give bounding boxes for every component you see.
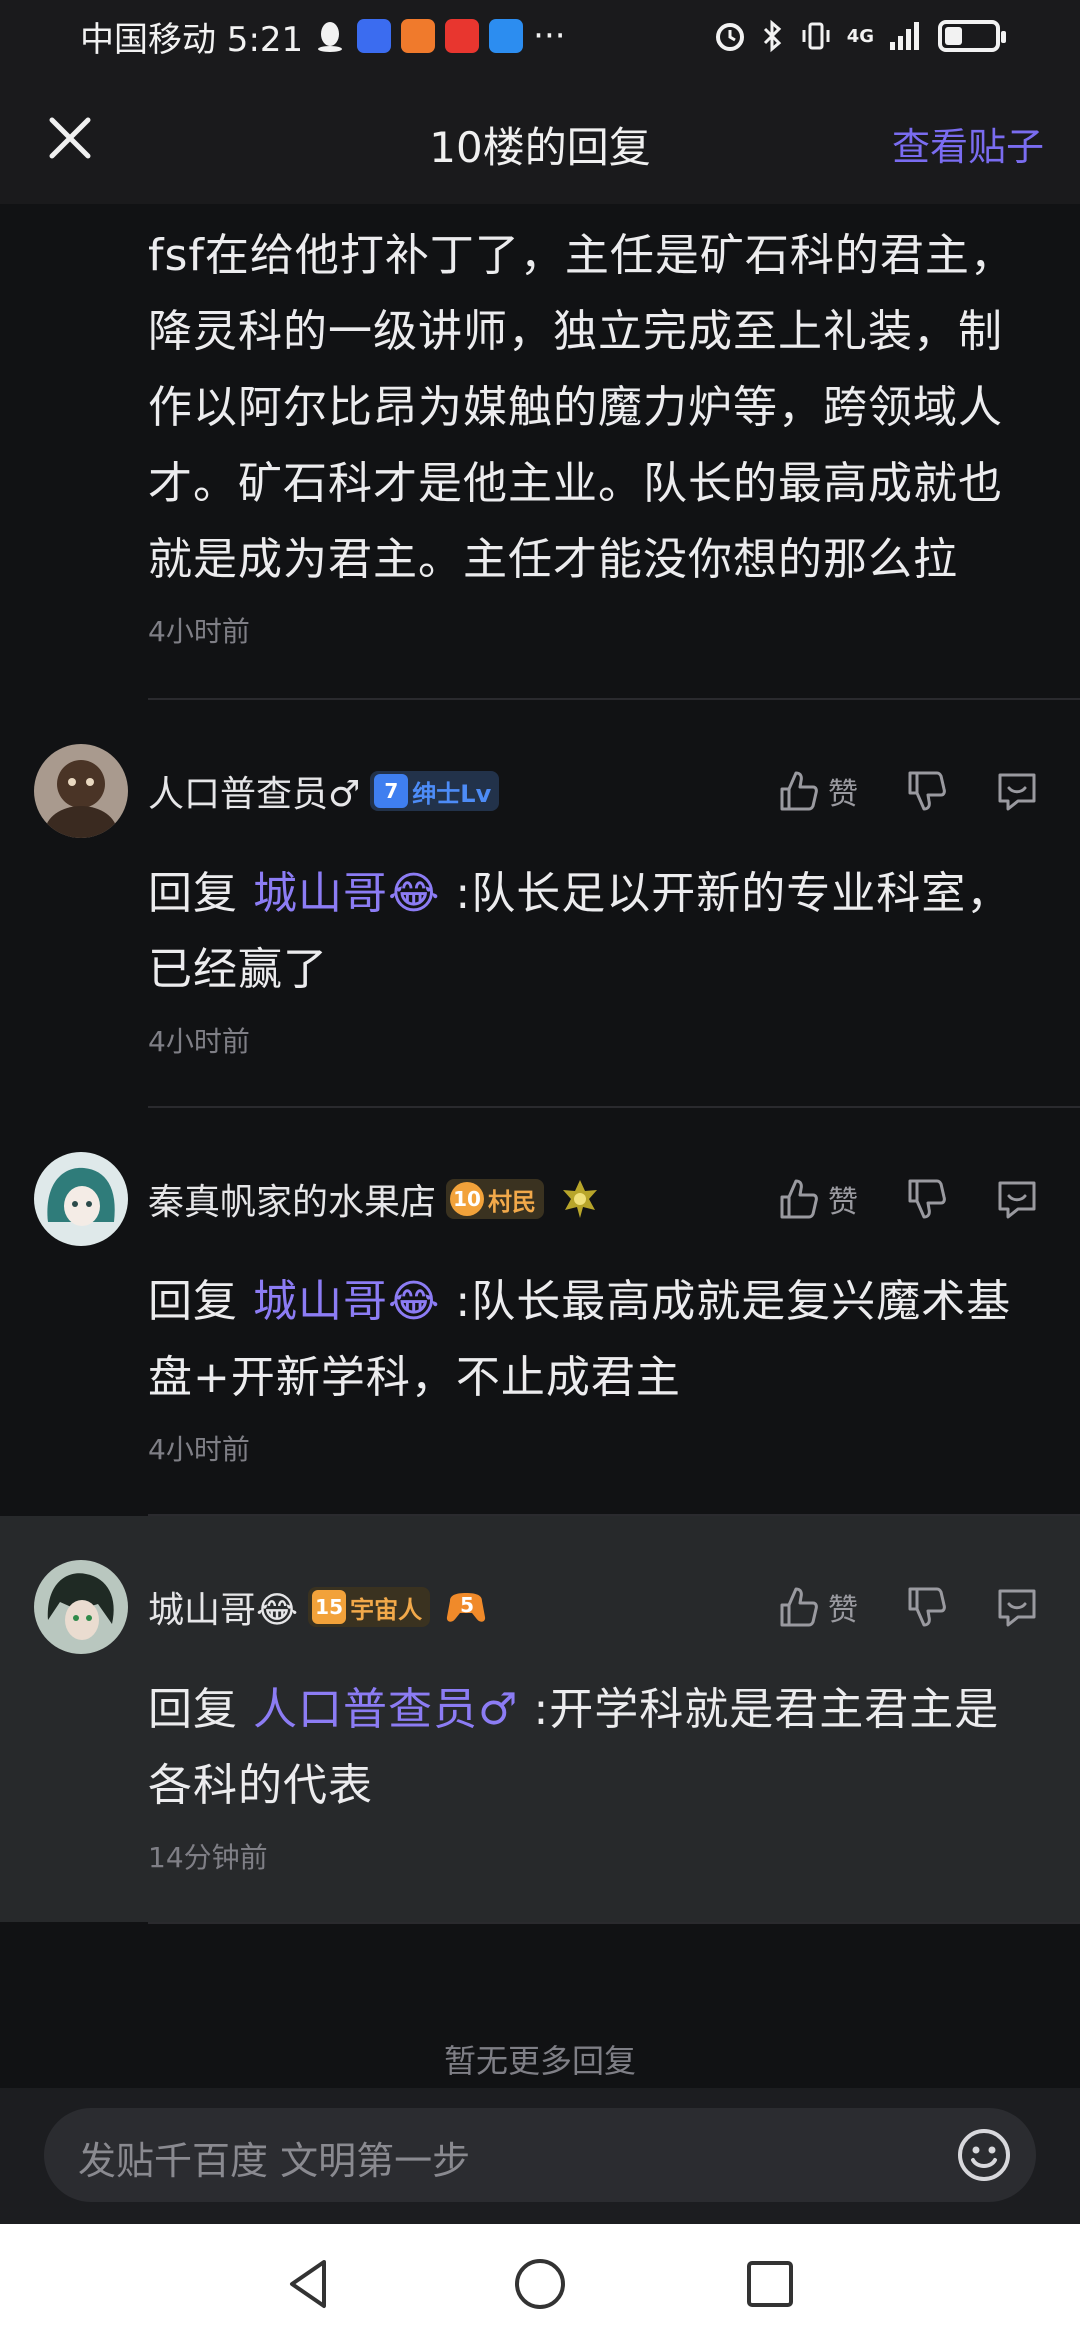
badge-level: 10 [450, 1182, 485, 1216]
comment-item: 秦真帆家的水果店 10 村民 赞 回复 城山哥😂 :队长最高成就是复兴魔术基盘+… [0, 1108, 1080, 1514]
status-left: 中国移动 5:21 ··· [80, 12, 566, 61]
reply-time: 4小时前 [148, 1025, 250, 1058]
reply-text: 回复 城山哥😂 :队长最高成就是复兴魔术基盘+开新学科，不止成君主 [148, 1264, 1040, 1416]
thumbs-down-icon [908, 1587, 946, 1627]
video-app-icon [401, 19, 436, 53]
reply-time: 14分钟前 [148, 1841, 268, 1874]
name-row: 秦真帆家的水果店 10 村民 赞 [148, 1152, 1040, 1246]
signal-icon [890, 22, 919, 50]
username[interactable]: 城山哥😂 [148, 1581, 298, 1633]
thumbs-up-icon [780, 1179, 818, 1219]
avatar[interactable] [34, 1152, 128, 1246]
avatar[interactable] [34, 744, 128, 838]
level-badge: 15 宇宙人 [308, 1587, 431, 1627]
mention-link[interactable]: 城山哥😂 [253, 868, 440, 919]
badge-title: 绅士Lv [412, 779, 492, 808]
avatar[interactable] [34, 1560, 128, 1654]
thumbs-up-icon [780, 771, 818, 811]
system-nav-bar [0, 2224, 1080, 2340]
reply-text: 回复 人口普查员♂ :开学科就是君主君主是各科的代表 [148, 1672, 1040, 1824]
vibrate-icon [802, 22, 830, 50]
username[interactable]: 秦真帆家的水果店 [148, 1173, 436, 1225]
badge-title: 村民 [488, 1187, 537, 1216]
badge-title: 宇宙人 [350, 1595, 423, 1624]
bluetooth-icon [763, 19, 781, 53]
like-button[interactable]: 赞 [776, 769, 858, 813]
header-bar: 10楼的回复 查看贴子 [0, 72, 1080, 204]
comment-icon [998, 1181, 1036, 1219]
comment-actions: 赞 [730, 769, 1040, 813]
back-nav-icon[interactable] [280, 2254, 340, 2314]
reply-button[interactable] [994, 1585, 1040, 1629]
badge-level: 15 [312, 1590, 347, 1624]
like-label: 赞 [828, 1593, 858, 1628]
no-more-replies: 暂无更多回复 [443, 2042, 636, 2080]
badge-level: 7 [374, 774, 409, 808]
reply-prefix: 回复 [148, 1684, 238, 1735]
dislike-button[interactable] [904, 1585, 948, 1629]
like-label: 赞 [828, 777, 858, 812]
input-placeholder: 发贴千百度 文明第一步 [78, 2139, 471, 2183]
dislike-button[interactable] [904, 769, 948, 813]
reply-time: 4小时前 [148, 615, 250, 648]
reply-input-bar: 发贴千百度 文明第一步 [0, 2088, 1080, 2224]
reply-time: 4小时前 [148, 1433, 250, 1466]
level-badge: 7 绅士Lv [370, 771, 500, 811]
comment-actions: 赞 [730, 1585, 1040, 1629]
reply-button[interactable] [994, 1177, 1040, 1221]
game-badge: 5 [444, 1587, 488, 1627]
reply-text: 回复 城山哥😂 :队长足以开新的专业科室，已经赢了 [148, 856, 1040, 1008]
name-row: 城山哥😂 15 宇宙人 5 赞 [148, 1560, 1040, 1654]
status-bar: 中国移动 5:21 ··· 4G [0, 0, 1080, 72]
like-label: 赞 [828, 1185, 858, 1220]
reply-prefix: 回复 [148, 1276, 238, 1327]
mention-link[interactable]: 城山哥😂 [253, 1276, 440, 1327]
level-badge: 10 村民 [446, 1179, 545, 1219]
game-badge-level: 5 [460, 1593, 474, 1617]
comment-item-highlighted: 城山哥😂 15 宇宙人 5 赞 回复 人口普查员♂:开学科就是君主君主是各科的… [0, 1516, 1080, 1922]
comment-item: 人口普查员♂ 7 绅士Lv 赞 回复 城山哥😂 :队长足以开新的专业科室，已经赢… [0, 700, 1080, 1106]
like-button[interactable]: 赞 [776, 1177, 858, 1221]
name-row: 人口普查员♂ 7 绅士Lv 赞 [148, 744, 1040, 838]
comment-actions: 赞 [730, 1177, 1040, 1221]
view-post-link[interactable]: 查看贴子 [892, 116, 1044, 171]
tieba-app-icon [357, 19, 392, 53]
recents-nav-icon[interactable] [740, 2254, 800, 2314]
medal-icon [563, 1180, 598, 1218]
home-nav-icon[interactable] [510, 2254, 570, 2314]
thumbs-down-icon [908, 771, 946, 811]
comment-icon [998, 1589, 1036, 1627]
floor-reply: fsf在给他打补丁了，主任是矿石科的君主，降灵科的一级讲师，独立完成至上礼装，制… [0, 204, 1080, 698]
network-type: 4G [846, 25, 874, 47]
search-app-icon [489, 19, 524, 53]
divider [148, 1922, 1080, 1924]
username[interactable]: 人口普查员♂ [148, 765, 360, 817]
emoji-icon[interactable] [954, 2125, 1014, 2185]
battery-icon [938, 20, 1006, 52]
news-app-icon [445, 19, 480, 53]
dislike-button[interactable] [904, 1177, 948, 1221]
like-button[interactable]: 赞 [776, 1585, 858, 1629]
reply-prefix: 回复 [148, 868, 238, 919]
thumbs-down-icon [908, 1179, 946, 1219]
reply-button[interactable] [994, 769, 1040, 813]
replies-list: fsf在给他打补丁了，主任是矿石科的君主，降灵科的一级讲师，独立完成至上礼装，制… [0, 204, 1080, 1924]
reply-input[interactable]: 发贴千百度 文明第一步 [44, 2108, 1036, 2202]
more-notifications: ··· [533, 16, 566, 56]
status-right: 4G [713, 19, 1006, 53]
reply-text: fsf在给他打补丁了，主任是矿石科的君主，降灵科的一级讲师，独立完成至上礼装，制… [148, 230, 1015, 585]
qq-icon [313, 19, 347, 53]
carrier-time: 中国移动 5:21 [80, 19, 304, 60]
mention-link[interactable]: 人口普查员♂ [253, 1684, 518, 1735]
comment-icon [998, 773, 1036, 811]
alarm-icon [715, 23, 744, 51]
thumbs-up-icon [780, 1587, 818, 1627]
